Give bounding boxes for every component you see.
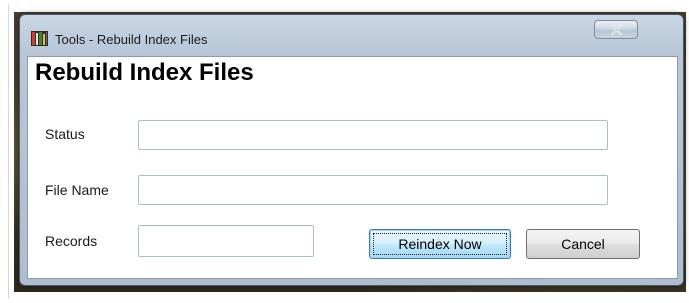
dialog-body: Rebuild Index Files Status File Name Rec… <box>27 56 678 279</box>
tools-app-icon <box>31 31 48 46</box>
status-field[interactable] <box>138 120 608 150</box>
rebuild-index-window: Tools - Rebuild Index Files Rebuild Inde… <box>19 14 684 286</box>
records-label: Records <box>45 233 98 249</box>
close-button[interactable] <box>594 20 638 39</box>
window-titlebar[interactable]: Tools - Rebuild Index Files <box>20 15 683 57</box>
file-name-label: File Name <box>45 182 109 198</box>
close-x-icon <box>611 25 622 35</box>
page-title: Rebuild Index Files <box>35 59 254 86</box>
cancel-label: Cancel <box>561 236 605 252</box>
reindex-now-button[interactable]: Reindex Now <box>369 229 511 259</box>
status-label: Status <box>45 126 85 142</box>
cancel-button[interactable]: Cancel <box>526 229 640 259</box>
reindex-now-label: Reindex Now <box>398 236 482 252</box>
file-name-field[interactable] <box>138 175 608 205</box>
page-edge-line <box>8 4 9 299</box>
window-title: Tools - Rebuild Index Files <box>55 32 208 47</box>
screen: Tools - Rebuild Index Files Rebuild Inde… <box>0 0 689 303</box>
records-field[interactable] <box>138 225 314 257</box>
